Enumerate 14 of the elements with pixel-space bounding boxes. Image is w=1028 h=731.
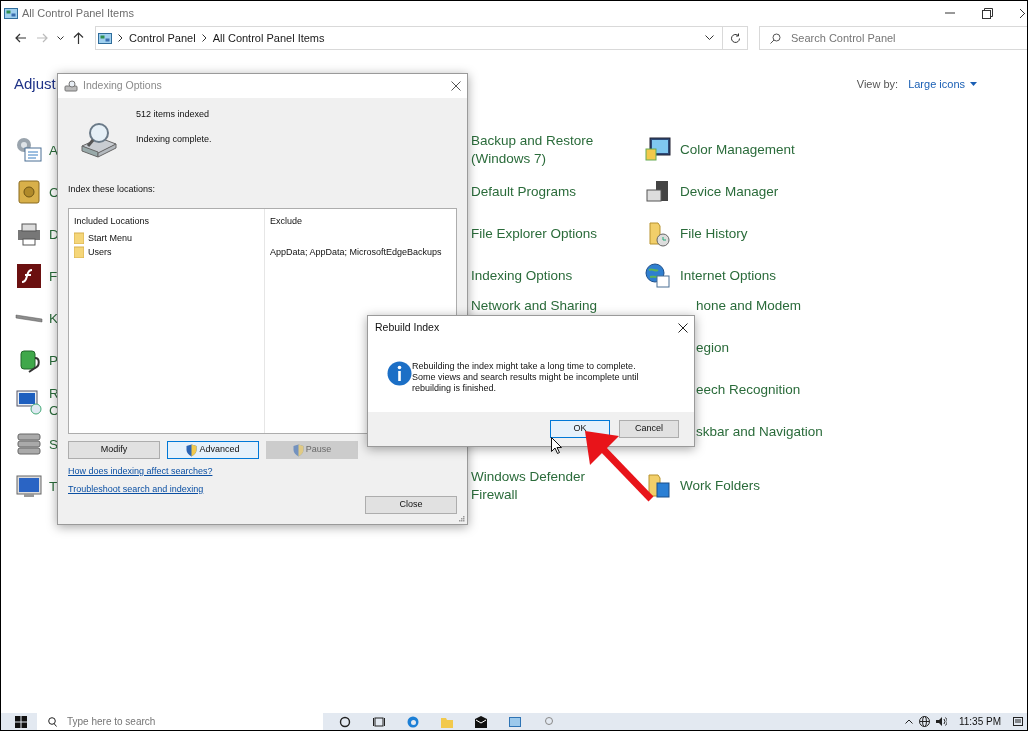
location-name: Start Menu [88, 232, 133, 245]
location-name: Users [88, 246, 112, 259]
column-header: Exclude [270, 215, 303, 228]
column-header: Included Locations [74, 215, 150, 228]
section-label: Index these locations: [68, 183, 156, 196]
view-by-label: View by: [856, 77, 899, 92]
dialog-message: Rebuilding the index might take a long time to complete. Some views and search results might be incomplete until rebuilding is finished. [412, 361, 640, 395]
dialog-title: Rebuild Index [375, 320, 440, 336]
exclude-value: AppData; AppData; MicrosoftEdgeBackups [270, 246, 442, 259]
window-title: All Control Panel Items [22, 5, 134, 21]
page-heading: Adjust [14, 74, 56, 94]
dialog-title: Indexing Options [83, 78, 162, 94]
indexing-status: Indexing complete. [136, 133, 212, 145]
indexed-count: 512 items indexed [136, 108, 210, 120]
